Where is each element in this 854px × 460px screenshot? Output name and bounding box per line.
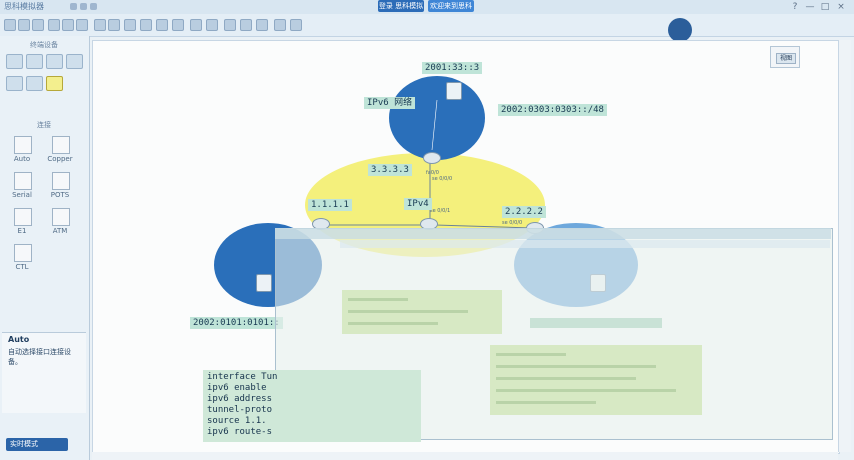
pc-left-icon[interactable]	[256, 274, 272, 292]
ipv4-label: IPv4	[404, 198, 432, 210]
addr-label-r3: 3.3.3.3	[368, 164, 412, 176]
config-panel-a	[342, 290, 502, 334]
addr-label-left: 2002:0101:0101::	[190, 317, 283, 329]
placeholder-line	[496, 377, 636, 380]
cli-line: source 1.1.	[207, 416, 267, 426]
cli-line: tunnel-proto	[207, 405, 273, 415]
placeholder-line	[496, 401, 596, 404]
ipv6-network-label: IPv6 网络	[364, 97, 416, 109]
port-label: se 0/0/0	[432, 176, 453, 182]
placeholder-line	[348, 322, 438, 325]
addr-label-r1: 1.1.1.1	[308, 199, 352, 211]
cli-config-box: interface Tun ipv6 enable ipv6 address t…	[203, 370, 421, 442]
cli-line: ipv6 enable	[207, 383, 267, 393]
cli-line: ipv6 address	[207, 394, 273, 404]
placeholder-line	[348, 298, 408, 301]
cli-line: ipv6 route-s	[207, 427, 273, 437]
router-r3-icon[interactable]	[423, 152, 441, 164]
config-panel-b	[490, 345, 702, 415]
addr-label-top-right: 2002:0303:0303::/48	[498, 104, 607, 116]
placeholder-line	[348, 310, 468, 313]
addr-label-r2: 2.2.2.2	[502, 206, 546, 218]
device-config-tabbar[interactable]	[340, 240, 830, 248]
config-strip	[530, 318, 662, 328]
cli-line: interface Tun	[207, 372, 278, 382]
port-label: se 0/0/0	[502, 220, 523, 226]
ipv6-cloud-top	[389, 76, 485, 160]
placeholder-line	[496, 353, 566, 356]
addr-label-top: 2001:33::3	[422, 62, 483, 74]
device-config-titlebar[interactable]	[275, 228, 831, 239]
placeholder-line	[496, 365, 656, 368]
placeholder-line	[496, 389, 676, 392]
pc-top-icon[interactable]	[446, 82, 462, 100]
port-label: se 0/0/1	[430, 208, 451, 214]
